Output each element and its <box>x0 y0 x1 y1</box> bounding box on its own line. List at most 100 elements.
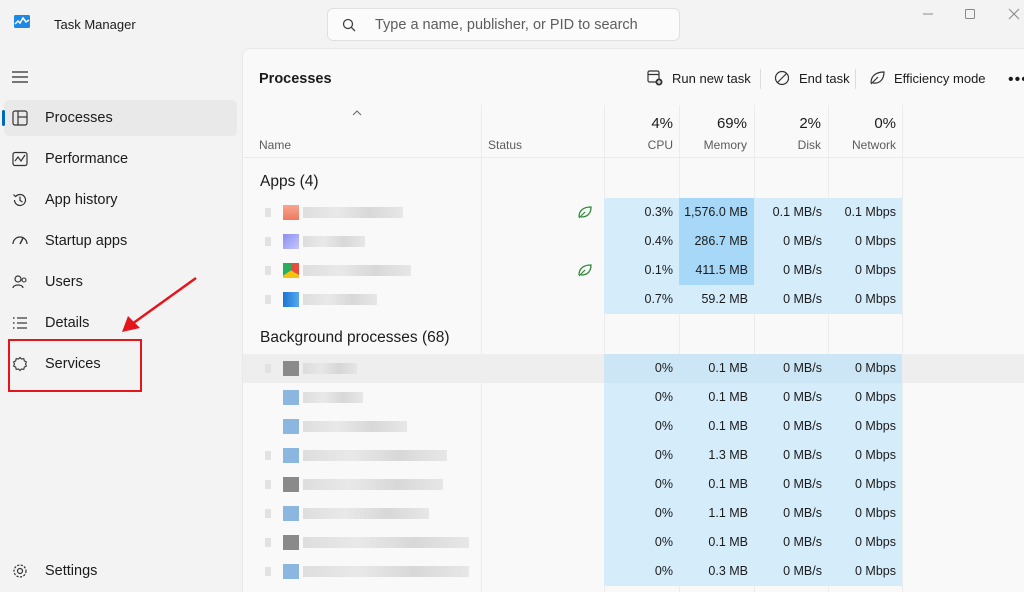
sidebar-item-settings[interactable]: Settings <box>4 553 237 589</box>
memory-cell: 59.2 MB <box>679 285 754 314</box>
settings-label: Settings <box>45 563 98 579</box>
process-icon <box>283 564 299 579</box>
network-cell: 0 Mbps <box>828 285 902 314</box>
expand-chevron[interactable] <box>265 266 271 275</box>
expand-chevron[interactable] <box>265 567 271 576</box>
startup-icon <box>12 236 28 245</box>
process-name-blurred <box>303 508 429 519</box>
cpu-cell: 0% <box>604 412 679 441</box>
disk-cell: 0 MB/s <box>754 412 828 441</box>
memory-cell: 0.1 MB <box>679 528 754 557</box>
expand-chevron[interactable] <box>265 538 271 547</box>
details-icon <box>13 317 27 329</box>
end-task-icon <box>774 70 790 86</box>
sidebar-item-performance[interactable]: Performance <box>4 141 237 177</box>
cpu-cell: 0.4% <box>604 227 679 256</box>
network-total-percent: 0% <box>874 115 896 132</box>
column-header-status[interactable]: Status <box>488 138 522 152</box>
expand-chevron[interactable] <box>265 208 271 217</box>
sidebar-item-processes[interactable]: Processes <box>2 100 237 136</box>
close-button[interactable] <box>1004 6 1024 22</box>
background-processes-group-header[interactable]: Background processes (68) <box>260 329 450 347</box>
run-new-task-button[interactable]: Run new task <box>647 69 751 89</box>
process-name-blurred <box>303 537 469 548</box>
task-manager-icon <box>14 15 30 28</box>
sidebar-item-app-history[interactable]: App history <box>4 182 237 218</box>
table-row[interactable]: 0% 0.1 MB 0 MB/s 0 Mbps <box>243 383 1024 412</box>
disk-cell: 0 MB/s <box>754 354 828 383</box>
process-name-blurred <box>303 265 411 276</box>
table-row[interactable]: 0% 1.1 MB 0 MB/s 0 Mbps <box>243 499 1024 528</box>
cpu-total-percent: 4% <box>651 115 673 132</box>
efficiency-leaf-icon <box>578 264 592 277</box>
table-row[interactable]: 0% 0.1 MB 0 MB/s 0 Mbps <box>243 528 1024 557</box>
memory-cell: 0.1 MB <box>679 383 754 412</box>
expand-chevron[interactable] <box>265 237 271 246</box>
title-bar: Task Manager Type a name, publisher, or … <box>0 0 1024 48</box>
search-input[interactable]: Type a name, publisher, or PID to search <box>327 8 680 41</box>
disk-cell: 0 MB/s <box>754 227 828 256</box>
expand-chevron[interactable] <box>265 509 271 518</box>
process-name-blurred <box>303 566 469 577</box>
memory-cell: 411.5 MB <box>679 256 754 285</box>
apps-group-header[interactable]: Apps (4) <box>260 173 319 191</box>
table-row[interactable]: 0% 0.1 MB 0 MB/s 0 Mbps <box>243 412 1024 441</box>
process-name-blurred <box>303 479 443 490</box>
table-row[interactable]: 0.1% 411.5 MB 0 MB/s 0 Mbps <box>243 256 1024 285</box>
maximize-button[interactable] <box>960 6 980 22</box>
cpu-cell: 0% <box>604 441 679 470</box>
memory-cell: 0.1 MB <box>679 470 754 499</box>
sidebar-item-startup-apps[interactable]: Startup apps <box>4 223 237 259</box>
column-header-cpu[interactable]: CPU <box>604 138 673 152</box>
table-row[interactable]: 0.4% 286.7 MB 0 MB/s 0 Mbps <box>243 227 1024 256</box>
network-cell: 0 Mbps <box>828 557 902 586</box>
end-task-button[interactable]: End task <box>774 69 852 89</box>
app-icon <box>283 234 299 249</box>
cpu-cell: 0% <box>604 354 679 383</box>
efficiency-mode-button[interactable]: Efficiency mode <box>869 69 986 89</box>
efficiency-leaf-icon <box>870 71 885 85</box>
expand-chevron[interactable] <box>265 480 271 489</box>
disk-cell: 0 MB/s <box>754 383 828 412</box>
expand-chevron[interactable] <box>265 364 271 373</box>
table-row[interactable]: 0% 0.3 MB 0 MB/s 0 Mbps <box>243 557 1024 586</box>
disk-cell: 0 MB/s <box>754 441 828 470</box>
table-row[interactable]: 0% 0.1 MB 0 MB/s 0 Mbps <box>243 354 1024 383</box>
cpu-cell: 0% <box>604 499 679 528</box>
disk-cell: 0 MB/s <box>754 499 828 528</box>
minimize-button[interactable] <box>918 6 938 22</box>
process-name-blurred <box>303 363 357 374</box>
search-placeholder: Type a name, publisher, or PID to search <box>375 17 638 33</box>
column-header-row: Name Status 4% CPU 69% Memory 2% Disk 0%… <box>243 105 1024 158</box>
cpu-cell: 0% <box>604 470 679 499</box>
table-row[interactable]: 0.3% 1,576.0 MB 0.1 MB/s 0.1 Mbps <box>243 198 1024 227</box>
sidebar-item-label: Users <box>45 274 83 290</box>
disk-total-percent: 2% <box>799 115 821 132</box>
hamburger-menu-icon[interactable] <box>12 70 28 84</box>
disk-cell: 0 MB/s <box>754 470 828 499</box>
settings-gear-icon <box>13 564 27 578</box>
table-row[interactable]: 0% 1.3 MB 0 MB/s 0 Mbps <box>243 441 1024 470</box>
column-header-name[interactable]: Name <box>259 138 291 152</box>
column-header-network[interactable]: Network <box>828 138 896 152</box>
efficiency-leaf-icon <box>578 206 592 219</box>
cpu-cell: 0% <box>604 557 679 586</box>
expand-chevron[interactable] <box>265 295 271 304</box>
memory-cell: 0.1 MB <box>679 354 754 383</box>
memory-cell: 1,576.0 MB <box>679 198 754 227</box>
network-cell: 0 Mbps <box>828 470 902 499</box>
sidebar-item-label: Processes <box>45 110 113 126</box>
process-icon <box>283 419 299 434</box>
network-cell: 0 Mbps <box>828 412 902 441</box>
column-header-disk[interactable]: Disk <box>754 138 821 152</box>
table-row[interactable]: 0% 0.1 MB 0 MB/s 0 Mbps <box>243 470 1024 499</box>
more-options-button[interactable]: ••• <box>1008 71 1024 89</box>
disk-cell: 0 MB/s <box>754 557 828 586</box>
expand-chevron[interactable] <box>265 451 271 460</box>
column-header-memory[interactable]: Memory <box>679 138 747 152</box>
app-icon <box>283 292 299 307</box>
table-row[interactable]: 0.7% 59.2 MB 0 MB/s 0 Mbps <box>243 285 1024 314</box>
app-icon <box>283 205 299 220</box>
sort-ascending-icon <box>352 110 362 116</box>
toolbar-divider <box>760 69 761 89</box>
